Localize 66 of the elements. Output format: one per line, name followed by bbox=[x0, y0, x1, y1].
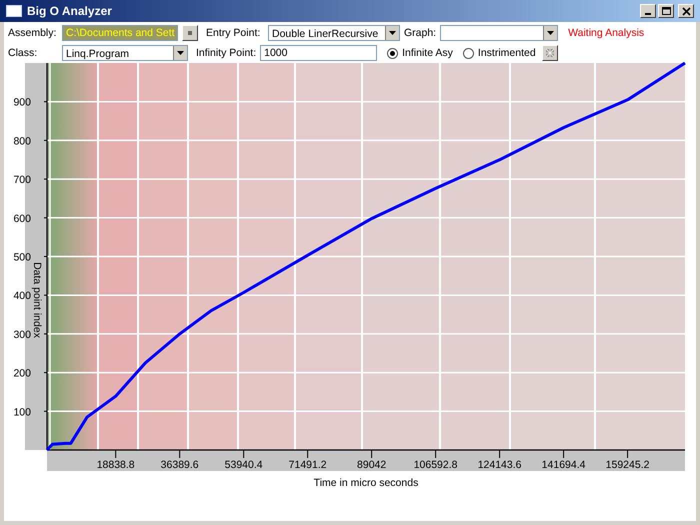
dropdown[interactable]: Linq.Program bbox=[62, 45, 188, 61]
settings-button[interactable] bbox=[542, 45, 558, 61]
axis-tick-label: 600 bbox=[13, 212, 31, 225]
entry-point-label: Entry Point: bbox=[206, 27, 262, 39]
app-icon bbox=[6, 5, 22, 17]
close-button[interactable] bbox=[678, 4, 694, 18]
infinity-point-label: Infinity Point: bbox=[196, 47, 256, 59]
axis-tick-label: 800 bbox=[13, 135, 31, 148]
dropdown[interactable]: Double LinerRecursive bbox=[268, 25, 400, 41]
radio-label: Infinite Asy bbox=[402, 47, 453, 59]
axis-tick-label: 500 bbox=[13, 252, 31, 264]
tick-mark bbox=[44, 178, 48, 180]
tick-mark bbox=[44, 217, 48, 218]
caret-icon bbox=[389, 31, 396, 35]
axis-title: Data point index bbox=[31, 262, 43, 338]
axis-tick-label: 18838.8 bbox=[96, 459, 135, 471]
tick-mark bbox=[307, 450, 308, 458]
tick-mark bbox=[44, 256, 48, 257]
status-text: Waiting Analysis bbox=[568, 27, 644, 39]
axis-tick-label: 100 bbox=[13, 406, 31, 418]
tick-mark bbox=[115, 450, 116, 458]
minimize-icon bbox=[645, 13, 651, 15]
tick-mark bbox=[44, 372, 48, 374]
axis-tick-label: 159245.2 bbox=[606, 459, 650, 471]
tick-mark bbox=[371, 450, 372, 458]
axis-tick-label: 53940.4 bbox=[224, 459, 263, 471]
axis-tick-label: 141694.4 bbox=[542, 459, 586, 471]
assembly-label: Assembly: bbox=[8, 27, 58, 39]
tick-mark bbox=[44, 294, 48, 296]
browse-button[interactable] bbox=[182, 25, 198, 41]
tick-mark bbox=[44, 140, 48, 141]
tick-mark bbox=[179, 450, 180, 458]
axis-tick-label: 89042 bbox=[357, 459, 386, 471]
class-label: Class: bbox=[8, 47, 38, 59]
tick-mark bbox=[44, 333, 48, 334]
radio-label: Instrimented bbox=[478, 47, 536, 59]
axis-tick-label: 900 bbox=[13, 96, 31, 109]
infinity-point-field[interactable]: 1000 bbox=[260, 45, 378, 61]
axis-tick-label: 36389.6 bbox=[160, 459, 199, 471]
graph-label: Graph: bbox=[404, 27, 436, 39]
radio-button[interactable] bbox=[462, 48, 474, 58]
axis-tick-label: 124143.6 bbox=[478, 459, 522, 471]
axis-tick-label: 400 bbox=[13, 290, 31, 302]
caret-icon bbox=[177, 51, 184, 55]
axis-tick-label: 300 bbox=[13, 328, 31, 341]
tick-mark bbox=[499, 450, 500, 458]
axis-tick-label: 700 bbox=[13, 174, 31, 186]
square-icon bbox=[186, 29, 194, 37]
radio-button[interactable] bbox=[387, 48, 398, 58]
close-icon bbox=[682, 6, 690, 16]
minimize-button[interactable] bbox=[640, 4, 656, 18]
maximize-button[interactable] bbox=[658, 4, 674, 18]
maximize-icon bbox=[662, 6, 670, 16]
tick-mark bbox=[44, 101, 48, 102]
tick-mark bbox=[627, 450, 628, 458]
caret-icon bbox=[547, 31, 554, 35]
tick-mark bbox=[563, 450, 564, 458]
axis-tick-label: 71491.2 bbox=[288, 459, 327, 471]
tick-mark bbox=[44, 410, 48, 412]
axis-tick-label: 200 bbox=[13, 368, 31, 380]
tick-mark bbox=[243, 450, 244, 458]
axis-tick-label: 106592.8 bbox=[414, 459, 458, 471]
axis-title: Time in micro seconds bbox=[314, 477, 418, 489]
tick-mark bbox=[435, 450, 436, 458]
grid-icon bbox=[546, 49, 554, 57]
window-title: Big O Analyzer bbox=[27, 4, 113, 18]
